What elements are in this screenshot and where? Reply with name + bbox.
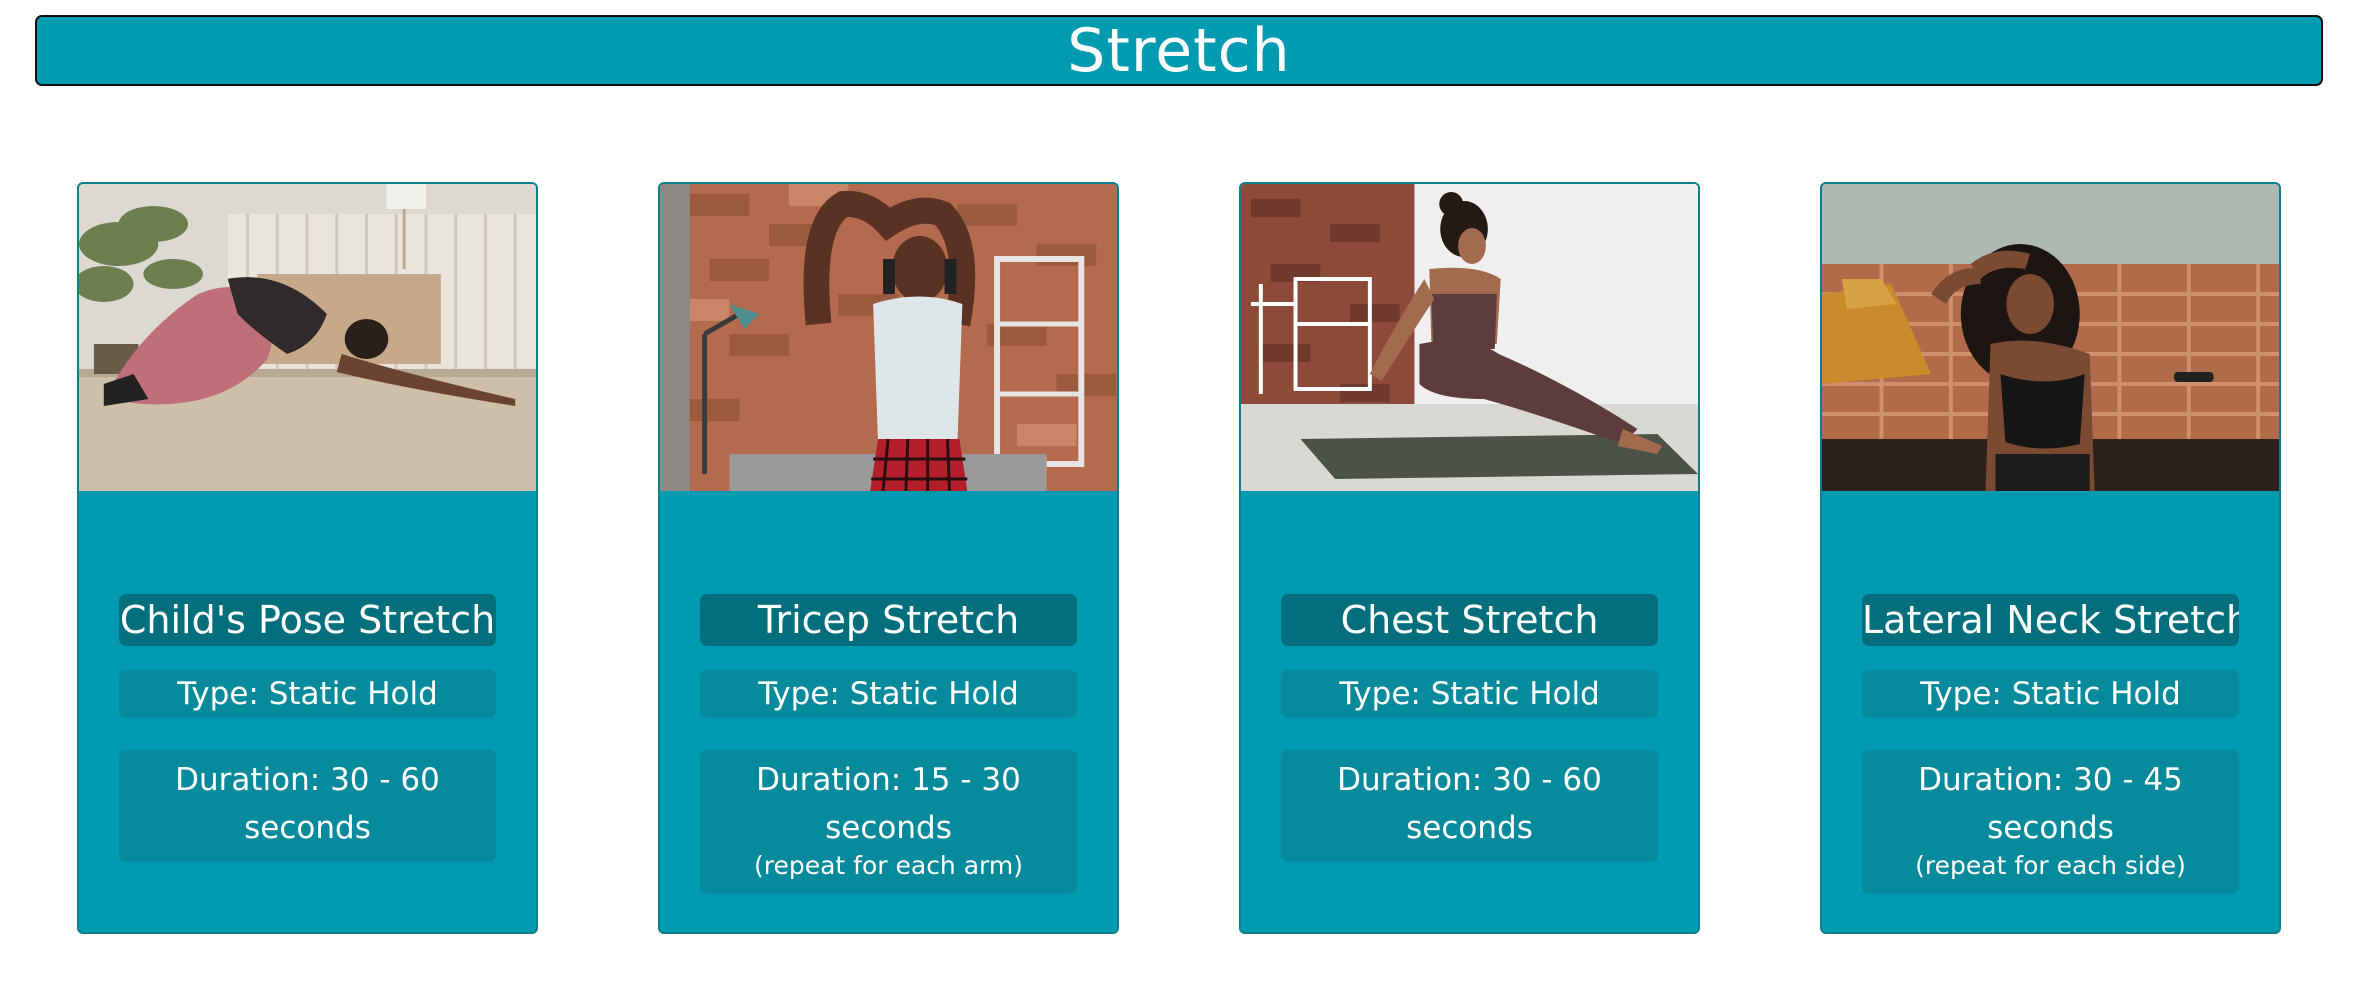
stretch-title: Chest Stretch — [1281, 594, 1658, 646]
stretch-duration: Duration: 30 - 60 seconds — [1337, 762, 1602, 846]
stretch-duration-box: Duration: 15 - 30 seconds (repeat for ea… — [700, 750, 1077, 894]
stretch-duration: Duration: 30 - 60 seconds — [175, 762, 440, 846]
stretch-duration-box: Duration: 30 - 60 seconds — [1281, 750, 1658, 862]
stretch-title: Child's Pose Stretch — [119, 594, 496, 646]
stretch-card-list: Child's Pose Stretch Type: Static Hold D… — [0, 0, 2358, 994]
tricep-stretch-photo — [660, 184, 1117, 491]
stretch-card-info: Chest Stretch Type: Static Hold Duration… — [1281, 594, 1658, 862]
stretch-repeat-note: (repeat for each side) — [1915, 851, 2186, 880]
stretch-duration: Duration: 30 - 45 seconds — [1918, 762, 2183, 846]
stretch-page: Stretch Child's Pose Stretch Type: Stati… — [0, 0, 2358, 994]
childs-pose-photo — [79, 184, 536, 491]
stretch-repeat-note: (repeat for each arm) — [753, 851, 1023, 880]
stretch-card-info: Tricep Stretch Type: Static Hold Duratio… — [700, 594, 1077, 894]
stretch-card-lateral-neck[interactable]: Lateral Neck Stretch Type: Static Hold D… — [1820, 182, 2281, 934]
stretch-card-info: Lateral Neck Stretch Type: Static Hold D… — [1862, 594, 2239, 894]
stretch-card-info: Child's Pose Stretch Type: Static Hold D… — [119, 594, 496, 862]
lateral-neck-stretch-photo — [1822, 184, 2279, 491]
stretch-duration-box: Duration: 30 - 45 seconds (repeat for ea… — [1862, 750, 2239, 894]
stretch-title: Lateral Neck Stretch — [1862, 594, 2239, 646]
stretch-duration: Duration: 15 - 30 seconds — [756, 762, 1021, 846]
stretch-card-chest[interactable]: Chest Stretch Type: Static Hold Duration… — [1239, 182, 1700, 934]
stretch-type: Type: Static Hold — [1862, 670, 2239, 718]
stretch-type: Type: Static Hold — [700, 670, 1077, 718]
stretch-card-childs-pose[interactable]: Child's Pose Stretch Type: Static Hold D… — [77, 182, 538, 934]
stretch-type: Type: Static Hold — [1281, 670, 1658, 718]
chest-stretch-photo — [1241, 184, 1698, 491]
stretch-card-tricep[interactable]: Tricep Stretch Type: Static Hold Duratio… — [658, 182, 1119, 934]
stretch-duration-box: Duration: 30 - 60 seconds — [119, 750, 496, 862]
stretch-title: Tricep Stretch — [700, 594, 1077, 646]
stretch-type: Type: Static Hold — [119, 670, 496, 718]
